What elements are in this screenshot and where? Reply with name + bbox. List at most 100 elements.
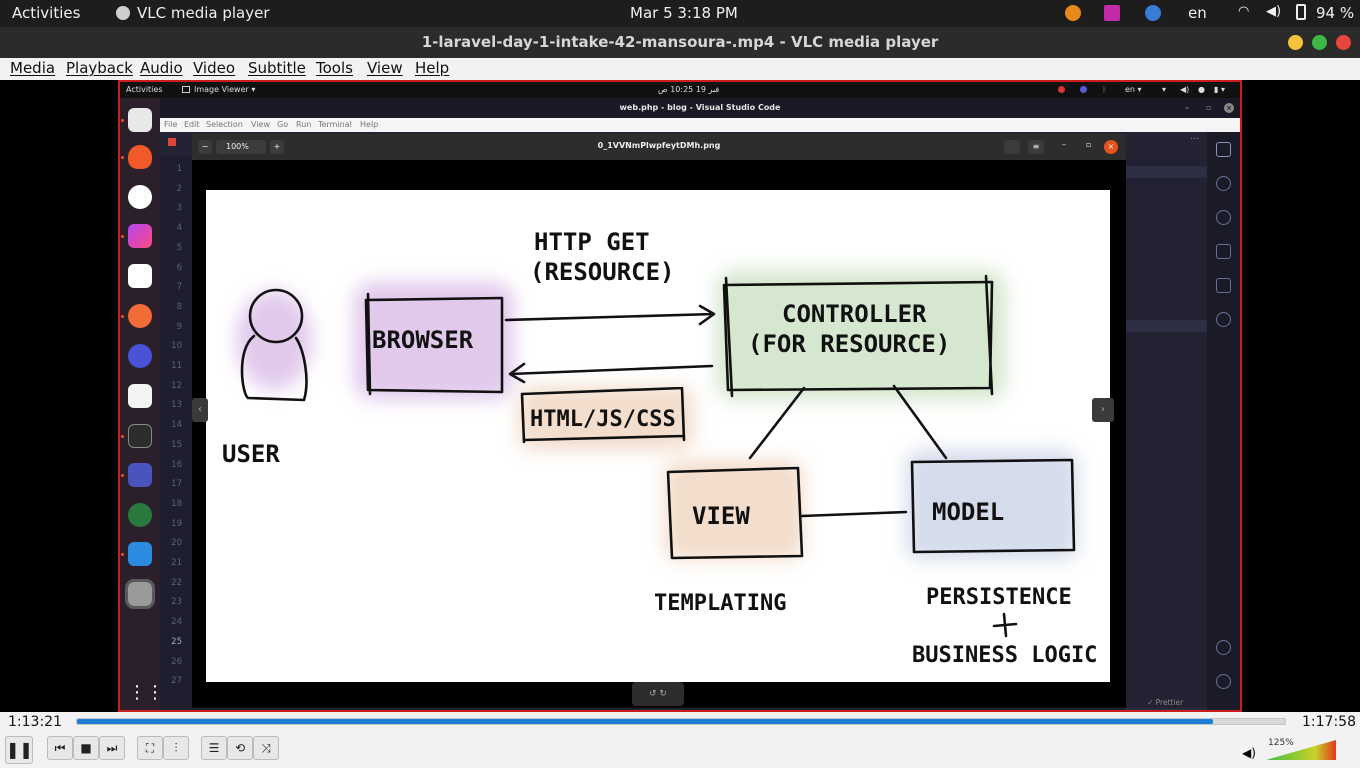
iv-maximize: ▫	[1086, 140, 1092, 149]
menu-help[interactable]: Help	[415, 59, 449, 77]
battery-icon[interactable]	[1296, 4, 1306, 20]
line-number: 26	[171, 656, 182, 667]
teams-tray-icon	[1080, 86, 1087, 93]
brave-icon	[128, 145, 152, 169]
seek-bar[interactable]	[76, 718, 1286, 725]
next-icon[interactable]: ⏭	[99, 736, 125, 760]
app-indicator-icon[interactable]	[1104, 5, 1120, 21]
dock-running-dot	[121, 119, 124, 122]
vscode-activity-bar	[1207, 132, 1240, 710]
inner-clock: فبر 19 10:25 ص	[658, 85, 720, 94]
close-button[interactable]	[1336, 35, 1351, 50]
vscode-close: ×	[1224, 103, 1234, 113]
volume-icon[interactable]: ◀)	[1266, 4, 1281, 19]
view-label: VIEW	[692, 502, 750, 530]
stop-icon[interactable]: ■	[73, 736, 99, 760]
plus-mark	[992, 612, 1018, 638]
gallery-button	[1004, 140, 1020, 154]
app-menu[interactable]: VLC media player	[137, 4, 270, 22]
docker-icon	[1216, 312, 1231, 327]
maximize-button[interactable]	[1312, 35, 1327, 50]
line-number: 21	[171, 558, 182, 568]
line-number-gutter: 1 2 3 4 5 6 7 8 9 10 11 12 13 14 15 16 17 18 19 20 21 22 23 24 2…	[160, 156, 188, 710]
dock-running-dot	[121, 235, 124, 238]
inner-app-menu: Image Viewer ▾	[194, 85, 256, 94]
explorer-icon	[1216, 142, 1231, 157]
record-icon	[1058, 86, 1065, 93]
http-get-label: HTTP GET	[534, 228, 650, 256]
menu-video[interactable]: Video	[193, 59, 235, 77]
menu-media[interactable]: Media	[10, 59, 55, 77]
previous-icon[interactable]: ⏮	[47, 736, 73, 760]
battery-percent: 94 %	[1316, 4, 1355, 22]
line-number: 9	[176, 321, 182, 332]
minimize-button[interactable]	[1288, 35, 1303, 50]
bluetooth-icon: ᛒ	[1102, 85, 1107, 94]
vscode-title-bar: web.php - blog - Visual Studio Code – ▫ …	[160, 98, 1240, 118]
terminal-icon	[128, 424, 152, 448]
vlc-control-bar: ❚❚ ⏮ ■ ⏭ ⛶ ⫶ ☰ ⟲ ⤨ ◀) 125%	[0, 734, 1360, 768]
settings-gear-icon	[1216, 674, 1231, 689]
speaker-icon[interactable]: ◀)	[1242, 746, 1256, 760]
video-area[interactable]: Activities Image Viewer ▾ فبر 19 10:25 ص…	[0, 80, 1360, 712]
inner-volume-icon: ◀)	[1180, 85, 1190, 94]
shuffle-icon[interactable]: ⤨	[253, 736, 279, 760]
ubuntu-dock: ⋮⋮	[120, 98, 164, 710]
line-number: 14	[171, 420, 182, 431]
update-icon[interactable]	[1065, 5, 1081, 21]
controller-label: CONTROLLER	[782, 300, 927, 328]
mvc-diagram: HTTP GET (RESOURCE) BROWSER CONTROLLER (…	[222, 228, 1097, 668]
extended-settings-icon[interactable]: ⫶	[163, 736, 189, 760]
account-icon	[1216, 640, 1231, 655]
line-number: 8	[176, 301, 182, 312]
iv-close: ×	[1104, 140, 1118, 154]
inkscape-icon	[128, 264, 152, 288]
line-number: 4	[176, 223, 182, 234]
menu-subtitle[interactable]: Subtitle	[248, 59, 306, 77]
menu-audio[interactable]: Audio	[140, 59, 183, 77]
text-editor-icon	[128, 384, 152, 408]
line-number: 25	[171, 636, 182, 647]
fullscreen-icon[interactable]: ⛶	[137, 736, 163, 760]
user-label: USER	[222, 440, 280, 468]
seek-progress	[77, 719, 1213, 724]
mvc-diagram-image: HTTP GET (RESOURCE) BROWSER CONTROLLER (…	[206, 190, 1110, 682]
loop-icon[interactable]: ⟲	[227, 736, 253, 760]
system-top-bar: Activities VLC media player Mar 5 3:18 P…	[0, 0, 1360, 27]
browser-label: BROWSER	[372, 326, 474, 354]
menu-playback[interactable]: Playback	[66, 59, 133, 77]
volume-slider[interactable]	[1266, 740, 1338, 762]
info-icon[interactable]	[1145, 5, 1161, 21]
panel-row	[1125, 166, 1207, 178]
clock[interactable]: Mar 5 3:18 PM	[630, 4, 738, 22]
activities-button[interactable]: Activities	[12, 4, 80, 22]
html-js-css-label: HTML/JS/CSS	[530, 407, 676, 432]
wifi-icon[interactable]: ◠	[1238, 4, 1249, 19]
iv-minimize: –	[1062, 140, 1066, 149]
vlc-menu-bar: Media Playback Audio Video Subtitle Tool…	[0, 58, 1360, 80]
vscode-menu-bar: File Edit Selection View Go Run Terminal…	[160, 118, 1240, 132]
line-number: 1	[176, 164, 182, 174]
vlc-window-title: 1-laravel-day-1-intake-42-mansoura-.mp4 …	[0, 27, 1360, 58]
inner-mic-icon: ●	[1198, 85, 1205, 94]
line-number: 24	[171, 617, 182, 628]
menu-view[interactable]: View	[367, 59, 403, 77]
line-number: 3	[176, 203, 182, 214]
source-control-icon	[1216, 210, 1231, 225]
inner-wifi-icon: ▾	[1162, 85, 1167, 94]
vscode-menu-run: Run	[296, 120, 312, 129]
vscode-menu-terminal: Terminal	[318, 120, 352, 129]
business-logic-label: BUSINESS LOGIC	[912, 643, 1097, 668]
menu-tools[interactable]: Tools	[316, 59, 353, 77]
image-filename: 0_1VVNmPlwpfeytDMh.png	[597, 141, 721, 150]
playlist-icon[interactable]: ☰	[201, 736, 227, 760]
line-number: 23	[171, 597, 182, 608]
vscode-menu-help: Help	[360, 120, 379, 129]
controller-sub-label: (FOR RESOURCE)	[748, 330, 950, 358]
keyboard-language[interactable]: en	[1188, 4, 1207, 22]
line-number: 17	[171, 479, 182, 490]
line-number: 18	[171, 498, 182, 509]
previous-image-button: ‹	[192, 398, 208, 422]
line-number: 20	[171, 538, 182, 549]
pause-button[interactable]: ❚❚	[5, 736, 33, 764]
